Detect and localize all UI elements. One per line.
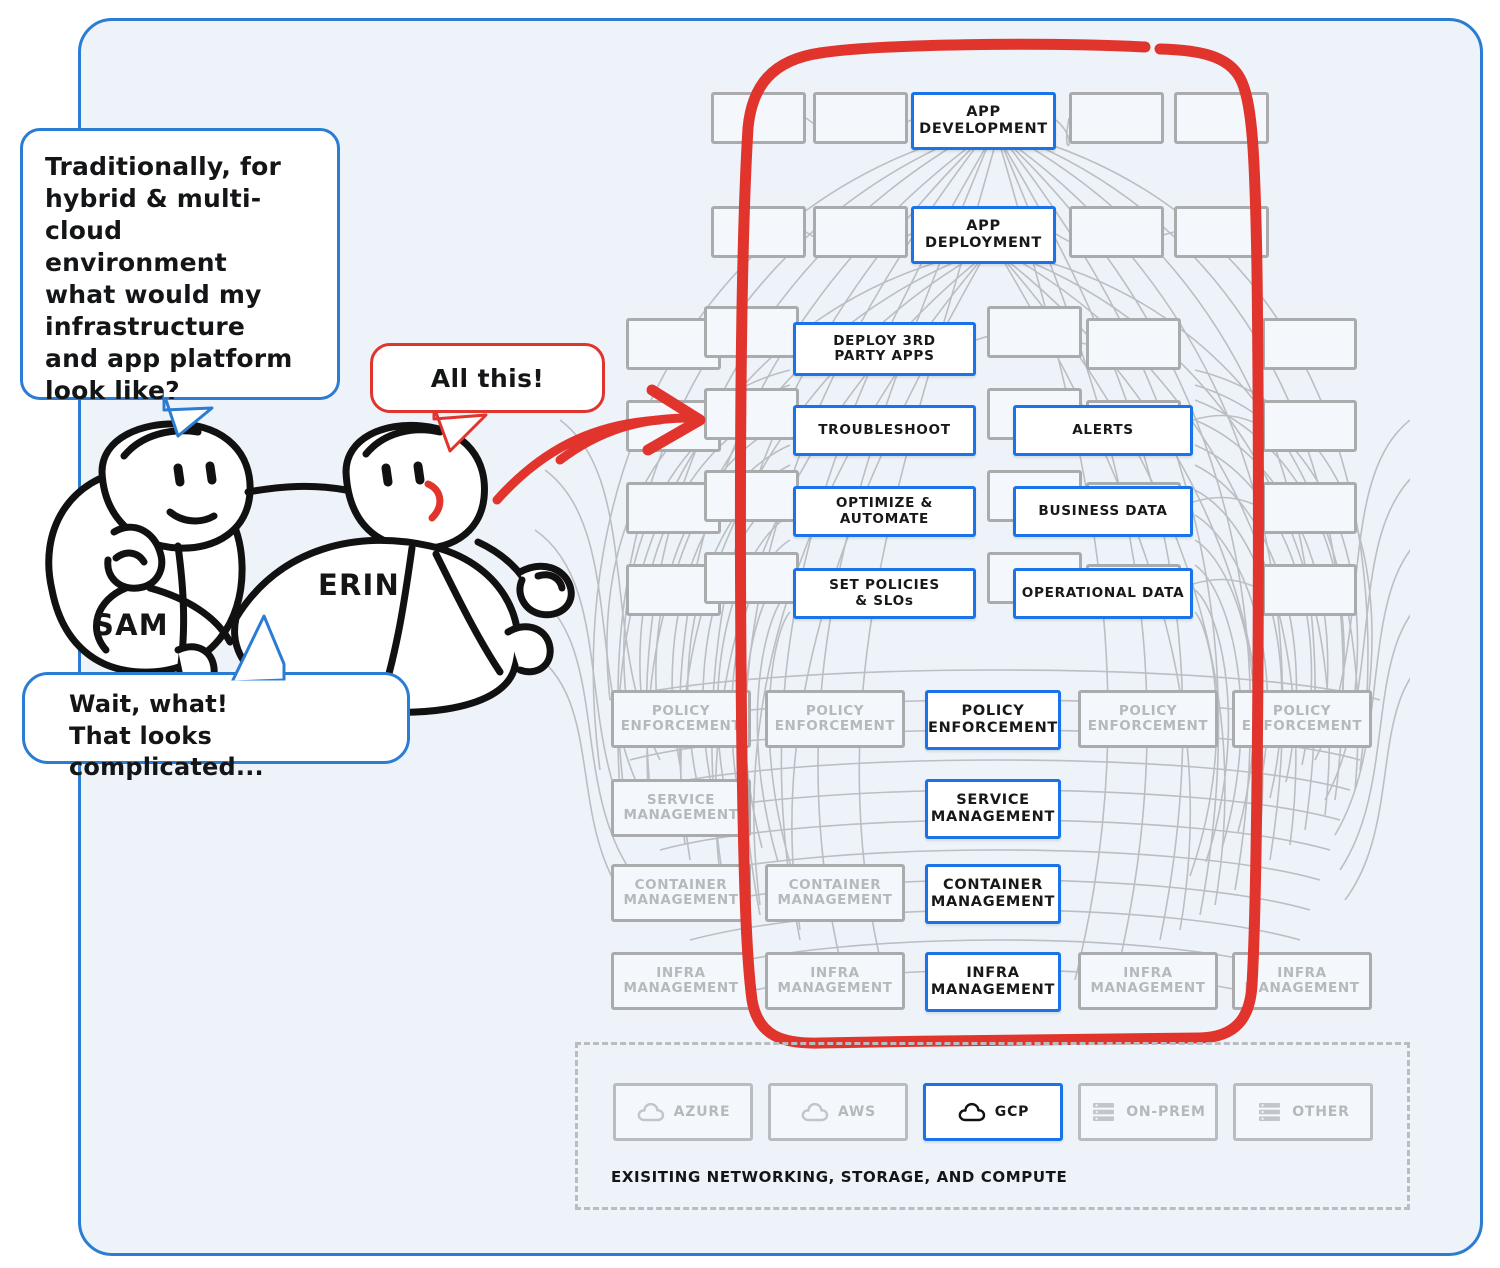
- server-icon: [1256, 1100, 1284, 1124]
- capability-box-service-management[interactable]: SERVICE MANAGEMENT: [925, 779, 1061, 839]
- ghost-box: [711, 206, 806, 258]
- ghost-box: [704, 306, 799, 358]
- platform-option-gcp[interactable]: GCP: [923, 1083, 1063, 1141]
- capability-box-label: BUSINESS DATA: [1038, 502, 1168, 519]
- ghost-box: [1086, 318, 1181, 370]
- speech-bubble-sam-question: Traditionally, for hybrid & multi-cloud …: [20, 128, 340, 405]
- ghost-box: CONTAINER MANAGEMENT: [765, 864, 905, 922]
- speech-bubble-sam-question-text: Traditionally, for hybrid & multi-cloud …: [45, 152, 293, 405]
- platform-option-azure[interactable]: AZURE: [613, 1083, 753, 1141]
- capability-box-label: TROUBLESHOOT: [818, 421, 951, 438]
- character-name-sam: SAM: [93, 608, 169, 642]
- ghost-box: [704, 470, 799, 522]
- capability-box-label: SET POLICIES & SLOs: [829, 577, 940, 609]
- capability-box-label: SERVICE MANAGEMENT: [930, 792, 1056, 825]
- ghost-box: [1174, 206, 1269, 258]
- speech-bubble-sam-question-tail: [162, 392, 236, 438]
- capability-box-alerts[interactable]: ALERTS: [1013, 405, 1193, 456]
- capability-box-app-development[interactable]: APP DEVELOPMENT: [911, 92, 1056, 150]
- ghost-box: SERVICE MANAGEMENT: [611, 779, 751, 837]
- ghost-box: [1069, 92, 1164, 144]
- ghost-box: [711, 92, 806, 144]
- platform-option-on-prem[interactable]: ON-PREM: [1078, 1083, 1218, 1141]
- cloud-icon: [800, 1100, 830, 1124]
- capability-box-deploy-3rd-party[interactable]: DEPLOY 3RD PARTY APPS: [793, 322, 976, 376]
- ghost-box-label: SERVICE MANAGEMENT: [623, 791, 739, 823]
- ghost-box-label: INFRA MANAGEMENT: [623, 964, 739, 996]
- ghost-box: [1262, 400, 1357, 452]
- platform-option-aws[interactable]: AWS: [768, 1083, 908, 1141]
- ghost-box-label: POLICY ENFORCEMENT: [774, 702, 896, 734]
- ghost-box: [1174, 92, 1269, 144]
- ghost-box-label: CONTAINER MANAGEMENT: [623, 876, 739, 908]
- ghost-box-label: INFRA MANAGEMENT: [1244, 964, 1360, 996]
- capability-box-label: APP DEVELOPMENT: [919, 104, 1048, 137]
- capability-box-troubleshoot[interactable]: TROUBLESHOOT: [793, 405, 976, 456]
- ghost-box: POLICY ENFORCEMENT: [1078, 690, 1218, 748]
- platform-group-label: EXISITING NETWORKING, STORAGE, AND COMPU…: [611, 1168, 1068, 1186]
- cloud-icon: [636, 1100, 666, 1124]
- ghost-box-label: INFRA MANAGEMENT: [1090, 964, 1206, 996]
- ghost-box-label: CONTAINER MANAGEMENT: [777, 876, 893, 908]
- capability-box-label: POLICY ENFORCEMENT: [927, 703, 1059, 736]
- ghost-box: [704, 552, 799, 604]
- speech-bubble-sam-reaction: Wait, what! That looks complicated...: [22, 672, 410, 781]
- ghost-box: [1262, 482, 1357, 534]
- capability-box-label: APP DEPLOYMENT: [925, 218, 1042, 251]
- ghost-box: [704, 388, 799, 440]
- capability-box-label: DEPLOY 3RD PARTY APPS: [833, 332, 936, 364]
- platform-option-other[interactable]: OTHER: [1233, 1083, 1373, 1141]
- platform-option-label: OTHER: [1292, 1104, 1350, 1120]
- platform-option-label: AWS: [837, 1104, 877, 1120]
- capability-box-business-data[interactable]: BUSINESS DATA: [1013, 486, 1193, 537]
- ghost-box-label: POLICY ENFORCEMENT: [1241, 702, 1363, 734]
- speech-bubble-sam-reaction-tail: [230, 614, 304, 688]
- capability-box-label: OPTIMIZE & AUTOMATE: [835, 495, 934, 527]
- ghost-box: INFRA MANAGEMENT: [765, 952, 905, 1010]
- diagram-canvas: POLICY ENFORCEMENT POLICY ENFORCEMENT POLI…: [0, 0, 1500, 1268]
- capability-box-label: INFRA MANAGEMENT: [930, 965, 1056, 998]
- ghost-box: POLICY ENFORCEMENT: [1232, 690, 1372, 748]
- capability-box-infra-management[interactable]: INFRA MANAGEMENT: [925, 952, 1061, 1012]
- speech-bubble-erin: All this!: [370, 343, 605, 413]
- ghost-box-label: POLICY ENFORCEMENT: [1087, 702, 1209, 734]
- ghost-box: INFRA MANAGEMENT: [1232, 952, 1372, 1010]
- ghost-box: POLICY ENFORCEMENT: [611, 690, 751, 748]
- capability-box-label: CONTAINER MANAGEMENT: [930, 877, 1056, 910]
- capability-box-set-policies-slos[interactable]: SET POLICIES & SLOs: [793, 568, 976, 619]
- ghost-box: [1262, 318, 1357, 370]
- capability-box-container-management[interactable]: CONTAINER MANAGEMENT: [925, 864, 1061, 924]
- ghost-box: [987, 306, 1082, 358]
- ghost-box-label: INFRA MANAGEMENT: [777, 964, 893, 996]
- ghost-box: [813, 92, 908, 144]
- speech-bubble-erin-tail: [432, 405, 510, 453]
- platform-option-label: GCP: [994, 1104, 1030, 1120]
- character-name-erin: ERIN: [318, 568, 401, 602]
- platform-option-label: ON-PREM: [1126, 1104, 1206, 1120]
- server-icon: [1090, 1100, 1118, 1124]
- speech-bubble-sam-reaction-text: Wait, what! That looks complicated...: [69, 690, 264, 782]
- ghost-box: INFRA MANAGEMENT: [611, 952, 751, 1010]
- capability-box-optimize-automate[interactable]: OPTIMIZE & AUTOMATE: [793, 486, 976, 537]
- ghost-box: [813, 206, 908, 258]
- capability-box-operational-data[interactable]: OPERATIONAL DATA: [1013, 568, 1193, 619]
- ghost-box: INFRA MANAGEMENT: [1078, 952, 1218, 1010]
- ghost-box: CONTAINER MANAGEMENT: [611, 864, 751, 922]
- ghost-box: POLICY ENFORCEMENT: [765, 690, 905, 748]
- capability-box-policy-enforcement[interactable]: POLICY ENFORCEMENT: [925, 690, 1061, 750]
- platform-option-label: AZURE: [673, 1104, 731, 1120]
- cloud-icon: [957, 1100, 987, 1124]
- ghost-box-label: POLICY ENFORCEMENT: [620, 702, 742, 734]
- speech-bubble-erin-text: All this!: [430, 363, 545, 393]
- ghost-box: [1069, 206, 1164, 258]
- capability-box-label: OPERATIONAL DATA: [1021, 584, 1185, 601]
- capability-box-label: ALERTS: [1072, 421, 1134, 438]
- capability-box-app-deployment[interactable]: APP DEPLOYMENT: [911, 206, 1056, 264]
- ghost-box: [1262, 564, 1357, 616]
